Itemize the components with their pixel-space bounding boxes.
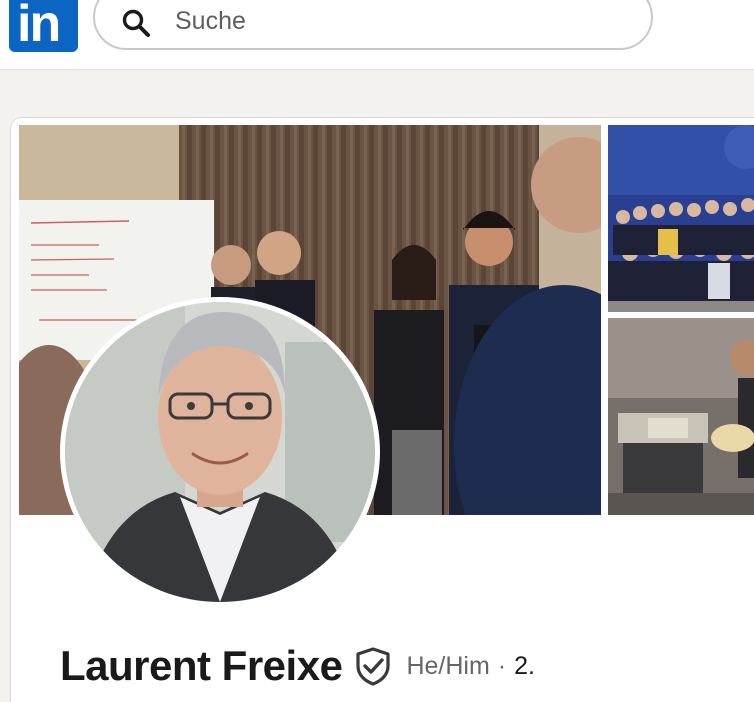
search-box[interactable] xyxy=(93,0,653,50)
profile-name: Laurent Freixe xyxy=(60,642,343,689)
cover-photo-side-bottom[interactable] xyxy=(608,318,754,515)
profile-avatar[interactable] xyxy=(60,297,380,607)
top-navigation-bar: in xyxy=(0,0,754,70)
linkedin-logo[interactable]: in xyxy=(9,0,78,52)
search-icon xyxy=(122,9,150,37)
profile-avatar-image xyxy=(65,302,375,602)
profile-pronouns: He/Him xyxy=(406,651,490,680)
cover-photo-side-bottom-image xyxy=(608,318,754,515)
profile-name-row: Laurent Freixe He/Him · 2. xyxy=(60,642,535,690)
linkedin-logo-text: in xyxy=(17,0,61,53)
connection-degree: 2. xyxy=(514,651,535,680)
verified-shield-check-icon[interactable] xyxy=(354,646,392,686)
profile-card: Laurent Freixe He/Him · 2. xyxy=(10,117,754,702)
separator-dot: · xyxy=(497,651,507,680)
search-input[interactable] xyxy=(175,4,615,38)
cover-photo-side-top[interactable] xyxy=(608,125,754,312)
cover-photo-side-top-image xyxy=(608,125,754,312)
